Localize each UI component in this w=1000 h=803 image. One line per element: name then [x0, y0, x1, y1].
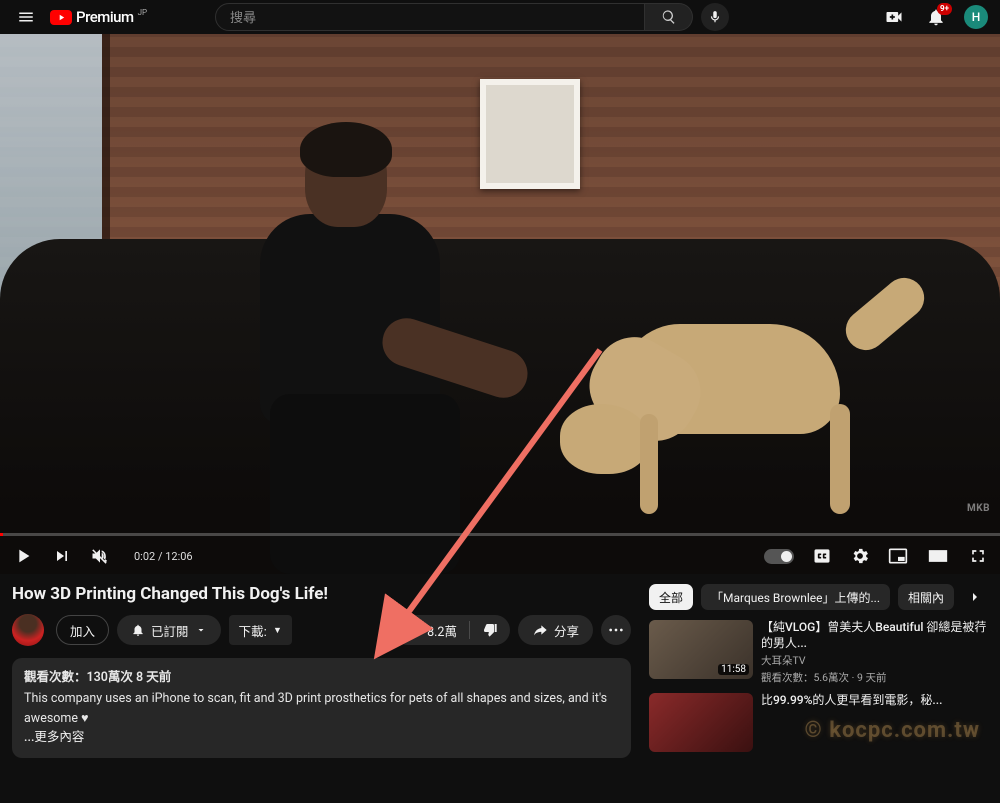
channel-watermark: MKB [967, 503, 990, 514]
description-meta: 觀看次數：130萬次 8 天前 [24, 668, 619, 687]
youtube-play-icon [50, 10, 72, 25]
related-list: 11:58 【純VLOG】曾美夫人Beautiful 卻總是被荇的男人... 大… [649, 620, 988, 752]
play-button[interactable] [12, 545, 34, 567]
related-stats: 觀看次數：5.6萬次 · 9 天前 [761, 670, 988, 685]
create-button[interactable] [880, 3, 908, 31]
settings-button[interactable] [850, 546, 870, 566]
chevron-right-icon [967, 589, 983, 605]
mute-button[interactable] [90, 546, 110, 566]
like-count: 8.2萬 [427, 621, 457, 640]
like-dislike-group: 8.2萬 [393, 615, 510, 645]
subscribed-label: 已訂閱 [151, 621, 189, 640]
secondary-column: 全部 「Marques Brownlee」上傳的... 相關內 11:58 【純… [649, 584, 988, 758]
filter-chips: 全部 「Marques Brownlee」上傳的... 相關內 [649, 584, 988, 610]
chip-related[interactable]: 相關內 [898, 584, 954, 610]
video-frame: MKB 0:02 / 12:06 [0, 34, 1000, 574]
captions-button[interactable] [812, 546, 832, 566]
country-code: JP [138, 8, 147, 17]
join-button[interactable]: 加入 [56, 615, 109, 645]
thumb-down-icon [482, 622, 498, 638]
bell-icon [131, 623, 145, 637]
video-player[interactable]: MKB 0:02 / 12:06 [0, 34, 1000, 574]
description-body: This company uses an iPhone to scan, fit… [24, 689, 619, 728]
description-more[interactable]: ...更多內容 [24, 730, 84, 745]
dislike-button[interactable] [470, 615, 510, 645]
search-input[interactable] [230, 10, 630, 25]
search-button[interactable] [645, 3, 693, 31]
share-label: 分享 [554, 621, 579, 640]
related-title: 比99.99%的人更早看到電影，秘... [761, 693, 988, 709]
like-button[interactable]: 8.2萬 [393, 615, 469, 645]
chip-uploaded-by[interactable]: 「Marques Brownlee」上傳的... [701, 584, 890, 610]
download-caret: ▼ [273, 625, 282, 635]
related-channel: 大耳朵TV [761, 653, 988, 668]
theater-button[interactable] [926, 546, 950, 566]
more-actions-button[interactable] [601, 615, 631, 645]
action-row: 加入 已訂閱 下載: ▼ 8.2萬 [12, 614, 631, 646]
time-display: 0:02 / 12:06 [134, 550, 193, 563]
related-item[interactable]: 11:58 【純VLOG】曾美夫人Beautiful 卻總是被荇的男人... 大… [649, 620, 988, 685]
download-label: 下載: [239, 621, 267, 640]
description-box[interactable]: 觀看次數：130萬次 8 天前 This company uses an iPh… [12, 658, 631, 758]
chip-all[interactable]: 全部 [649, 584, 693, 610]
next-button[interactable] [52, 546, 72, 566]
masthead-right: 9+ H [880, 3, 988, 31]
youtube-logo[interactable]: Premium JP [50, 8, 147, 26]
thumb-up-icon [405, 622, 421, 638]
miniplayer-button[interactable] [888, 546, 908, 566]
masthead: Premium JP 9+ H [0, 0, 1000, 34]
hamburger-menu-button[interactable] [12, 3, 40, 31]
notification-badge: 9+ [937, 3, 952, 15]
subscribed-button[interactable]: 已訂閱 [117, 615, 221, 645]
related-duration: 11:58 [718, 664, 749, 675]
fullscreen-button[interactable] [968, 546, 988, 566]
related-thumbnail: 11:58 [649, 620, 753, 679]
chevron-down-icon [195, 624, 207, 636]
notifications-button[interactable]: 9+ [922, 3, 950, 31]
search-container [215, 3, 729, 31]
join-label: 加入 [70, 621, 95, 640]
share-icon [532, 622, 548, 638]
video-title: How 3D Printing Changed This Dog's Life! [12, 584, 631, 604]
related-thumbnail [649, 693, 753, 752]
primary-column: How 3D Printing Changed This Dog's Life!… [12, 584, 631, 758]
player-controls: 0:02 / 12:06 [0, 538, 1000, 574]
voice-search-button[interactable] [701, 3, 729, 31]
channel-avatar[interactable] [12, 614, 44, 646]
download-button[interactable]: 下載: ▼ [229, 615, 292, 645]
share-button[interactable]: 分享 [518, 615, 593, 645]
more-horiz-icon [608, 622, 624, 638]
related-title: 【純VLOG】曾美夫人Beautiful 卻總是被荇的男人... [761, 620, 988, 651]
account-avatar[interactable]: H [964, 5, 988, 29]
brand-text: Premium [76, 8, 134, 26]
autoplay-toggle[interactable] [764, 549, 794, 564]
progress-bar[interactable] [0, 533, 1000, 536]
chips-next-button[interactable] [962, 584, 988, 610]
search-box[interactable] [215, 3, 645, 31]
related-item[interactable]: 比99.99%的人更早看到電影，秘... [649, 693, 988, 752]
